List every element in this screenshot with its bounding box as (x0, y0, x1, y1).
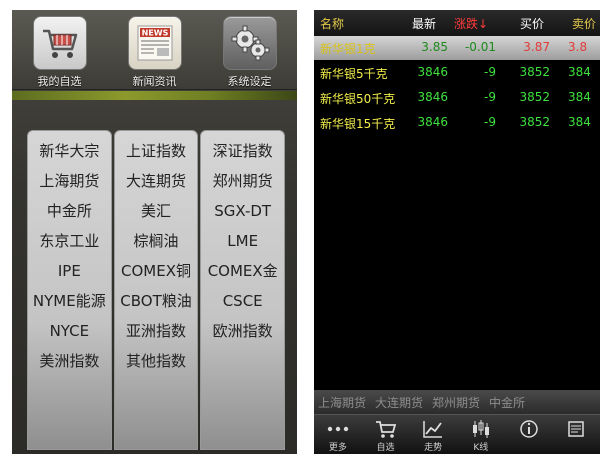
quote-row[interactable]: 新华银15千克 3846 -9 3852 384 (314, 111, 600, 135)
my-watchlist-label: 我的自选 (37, 75, 82, 88)
quote-name: 新华银15千克 (320, 117, 396, 131)
candlestick-icon (469, 419, 493, 439)
market-grid: 新华大宗 上海期货 中金所 东京工业 IPE NYME能源 NYCE 美洲指数 … (27, 130, 286, 450)
nav-trend[interactable]: 走势 (409, 415, 457, 454)
gear-icon (222, 16, 277, 70)
market-item[interactable]: LME (201, 226, 284, 256)
divider-bar (12, 91, 297, 100)
cart-icon (374, 419, 398, 439)
quote-bid: 3.87 (523, 40, 550, 54)
quote-row-selected[interactable]: 新华银1克 3.85 -0.01 3.87 3.8 (314, 36, 600, 60)
market-item-empty (201, 346, 284, 376)
quote-name: 新华银5千克 (320, 67, 388, 81)
system-settings-button[interactable]: 系统设定 (209, 16, 291, 89)
market-item[interactable]: 上海期货 (28, 166, 111, 196)
quote-last: 3846 (417, 90, 448, 104)
market-column: 上证指数 大连期货 美汇 棕榈油 COMEX铜 CBOT粮油 亚洲指数 其他指数 (113, 130, 199, 450)
quote-ask: 384 (568, 65, 591, 79)
market-column: 深证指数 郑州期货 SGX-DT LME COMEX金 CSCE 欧洲指数 (200, 130, 286, 450)
market-item[interactable]: NYME能源 (28, 286, 111, 316)
market-item[interactable]: 东京工业 (28, 226, 111, 256)
quote-change: -9 (484, 65, 496, 79)
top-toolbar: 我的自选 NEWS 新闻资讯 系统设定 (12, 10, 297, 90)
market-item[interactable]: 深证指数 (201, 136, 284, 166)
market-item[interactable]: SGX-DT (201, 196, 284, 226)
header-bid-price[interactable]: 买价 (520, 15, 544, 32)
tab-shanghai-futures[interactable]: 上海期货 (318, 394, 366, 411)
nav-more[interactable]: 更多 (314, 415, 362, 454)
market-item[interactable]: 大连期货 (115, 166, 198, 196)
nav-kline[interactable]: K线 (457, 415, 505, 454)
market-item[interactable]: 亚洲指数 (115, 316, 198, 346)
market-item[interactable]: 美洲指数 (28, 346, 111, 376)
quote-last: 3846 (417, 65, 448, 79)
nav-news[interactable] (552, 415, 600, 454)
header-name[interactable]: 名称 (320, 15, 344, 32)
info-icon (517, 419, 541, 439)
shopping-cart-icon (32, 16, 87, 70)
market-menu-screen: 我的自选 NEWS 新闻资讯 系统设定 新华大宗 上海期货 中金所 东京工业 I… (12, 10, 297, 454)
trend-line-icon (421, 419, 445, 439)
market-item[interactable]: 新华大宗 (28, 136, 111, 166)
market-item[interactable]: NYCE (28, 316, 111, 346)
quote-name: 新华银50千克 (320, 92, 396, 106)
quote-row[interactable]: 新华银5千克 3846 -9 3852 384 (314, 61, 600, 85)
market-item[interactable]: CSCE (201, 286, 284, 316)
quote-ask: 384 (568, 90, 591, 104)
news-button[interactable]: NEWS 新闻资讯 (114, 16, 196, 89)
header-last-price[interactable]: 最新 (412, 15, 436, 32)
newspaper-icon: NEWS (127, 16, 182, 70)
nav-more-label: 更多 (328, 443, 347, 453)
nav-info[interactable] (505, 415, 553, 454)
market-item[interactable]: CBOT粮油 (115, 286, 198, 316)
news-icon (564, 419, 588, 439)
news-label: 新闻资讯 (132, 75, 177, 88)
quote-ask: 3.8 (568, 40, 588, 54)
quote-table-header: 名称 最新 涨跌↓ 买价 卖价 (314, 10, 600, 36)
market-column: 新华大宗 上海期货 中金所 东京工业 IPE NYME能源 NYCE 美洲指数 (27, 130, 112, 450)
nav-watchlist[interactable]: 自选 (362, 415, 410, 454)
news-icon-text: NEWS (141, 29, 168, 38)
market-item[interactable]: COMEX铜 (115, 256, 198, 286)
quote-last: 3846 (417, 115, 448, 129)
market-item[interactable]: 中金所 (28, 196, 111, 226)
quote-change: -9 (484, 115, 496, 129)
header-change-sorted[interactable]: 涨跌↓ (454, 15, 488, 32)
nav-watchlist-label: 自选 (376, 443, 395, 453)
quote-row[interactable]: 新华银50千克 3846 -9 3852 384 (314, 86, 600, 110)
quote-change: -0.01 (464, 40, 496, 54)
quote-list-screen: 名称 最新 涨跌↓ 买价 卖价 新华银1克 3.85 -0.01 3.87 3.… (314, 10, 600, 454)
market-item[interactable]: 欧洲指数 (201, 316, 284, 346)
more-dots-icon (326, 419, 350, 439)
my-watchlist-button[interactable]: 我的自选 (19, 16, 101, 89)
quote-last: 3.85 (421, 40, 448, 54)
nav-trend-label: 走势 (424, 443, 443, 453)
quote-bid: 3852 (519, 115, 550, 129)
quote-bid: 3852 (519, 90, 550, 104)
quote-bid: 3852 (519, 65, 550, 79)
header-ask-price[interactable]: 卖价 (572, 15, 596, 32)
bottom-nav: 更多 自选 走势 K线 (314, 414, 600, 454)
market-item[interactable]: 上证指数 (115, 136, 198, 166)
market-item[interactable]: 棕榈油 (115, 226, 198, 256)
tab-dalian-futures[interactable]: 大连期货 (375, 394, 423, 411)
system-settings-label: 系统设定 (227, 75, 272, 88)
quote-ask: 384 (568, 115, 591, 129)
quote-name: 新华银1克 (320, 42, 376, 56)
nav-kline-label: K线 (473, 443, 489, 453)
market-item[interactable]: 其他指数 (115, 346, 198, 376)
market-item[interactable]: COMEX金 (201, 256, 284, 286)
market-item[interactable]: 美汇 (115, 196, 198, 226)
market-item[interactable]: IPE (28, 256, 111, 286)
quote-change: -9 (484, 90, 496, 104)
tab-cffex[interactable]: 中金所 (489, 394, 525, 411)
market-tab-strip[interactable]: 上海期货 大连期货 郑州期货 中金所 (314, 390, 600, 414)
tab-zhengzhou-futures[interactable]: 郑州期货 (432, 394, 480, 411)
market-item[interactable]: 郑州期货 (201, 166, 284, 196)
